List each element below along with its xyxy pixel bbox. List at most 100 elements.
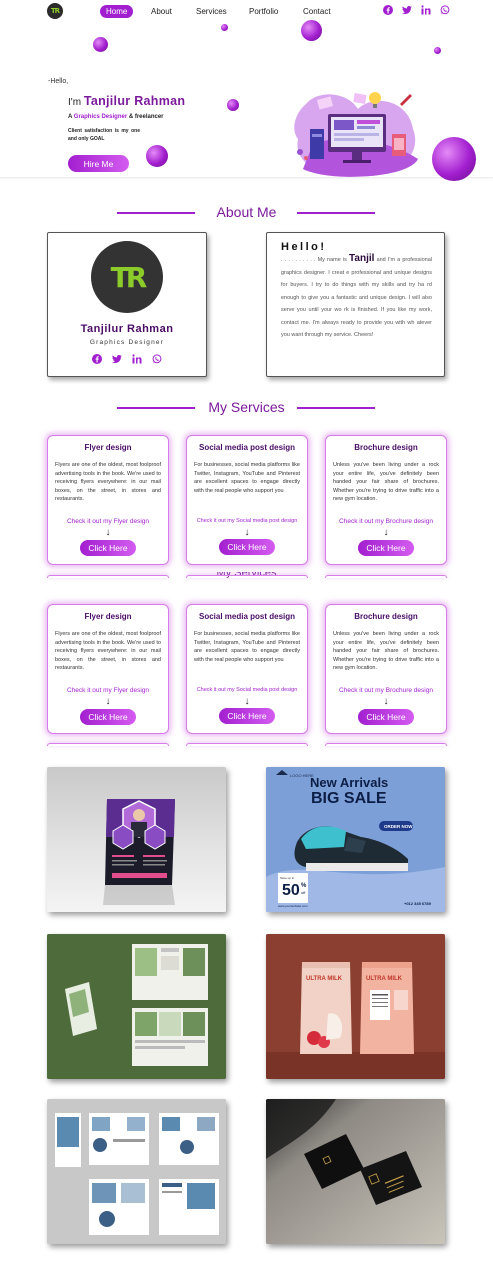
- whatsapp-icon[interactable]: [152, 354, 162, 364]
- hero-greeting: -Hello,: [48, 78, 69, 85]
- role-suffix: & freelancer: [128, 114, 164, 120]
- service-desc: For businesses, social media platforms l…: [194, 631, 300, 663]
- decor-ball: [432, 137, 476, 181]
- service-link[interactable]: Check it out my Social media post design: [187, 687, 307, 693]
- service-title: Social media post design: [198, 443, 296, 452]
- avatar: TR: [91, 241, 163, 313]
- service-title: Brochure design: [354, 443, 418, 452]
- about-text-name: Tanjil: [349, 253, 375, 264]
- nav-services[interactable]: Services: [190, 5, 233, 18]
- twitter-icon[interactable]: [402, 5, 412, 15]
- badge-top-text: Save up to: [280, 876, 295, 880]
- nav-portfolio[interactable]: Portfolio: [243, 5, 284, 18]
- flyer-mockup-graphic: [103, 799, 175, 905]
- service-title: Brochure design: [354, 612, 418, 621]
- nav-home[interactable]: Home: [100, 5, 134, 18]
- service-card-brochure: Brochure design Unless you've been livin…: [325, 435, 447, 565]
- arrow-down-icon: ↓: [105, 696, 111, 707]
- service-desc: Flyers are one of the oldest, most foolp…: [55, 631, 161, 671]
- service-desc: For businesses, social media platforms l…: [194, 462, 300, 494]
- click-here-button[interactable]: Click Here: [358, 540, 414, 556]
- twitter-icon[interactable]: [112, 354, 122, 364]
- decor-ball: [227, 99, 239, 111]
- service-title: Flyer design: [84, 443, 132, 452]
- role-highlight: Graphics Designer: [73, 114, 128, 120]
- service-card-brochure: Brochure design Unless you've been livin…: [325, 604, 447, 734]
- pouch-label: ULTRA MILK: [366, 976, 403, 982]
- site-text: www.yourwebsite.com: [278, 904, 308, 908]
- brochure-pages-image[interactable]: [47, 1099, 226, 1244]
- service-link[interactable]: Check it out my Flyer design: [48, 518, 168, 525]
- arrow-down-icon: ↓: [383, 696, 389, 707]
- phone-text: +012 345 6789: [404, 901, 432, 906]
- about-hello: Hello!: [281, 241, 327, 253]
- about-text: . . . . . . . . . . My name is Tanjil an…: [281, 253, 432, 342]
- click-here-button[interactable]: Click Here: [219, 708, 275, 724]
- service-link[interactable]: Check it out my Brochure design: [326, 687, 446, 694]
- decor-ball: [221, 24, 228, 31]
- click-here-button[interactable]: Click Here: [219, 539, 275, 555]
- milk-pouch-graphic: ULTRA MILK ULTRA MILK: [266, 934, 445, 1079]
- service-link[interactable]: Check it out my Brochure design: [326, 518, 446, 525]
- card-edge: [47, 743, 169, 746]
- sale-big: BIG SALE: [311, 790, 387, 807]
- linkedin-icon[interactable]: [421, 5, 431, 15]
- service-desc: Flyers are one of the oldest, most foolp…: [55, 462, 161, 502]
- whatsapp-icon[interactable]: [440, 5, 450, 15]
- arrow-down-icon: ↓: [383, 527, 389, 538]
- service-desc: Unless you've been living under a rock y…: [333, 631, 439, 671]
- profile-card: TR Tanjilur Rahman Graphics Designer: [47, 232, 207, 377]
- sneaker-sale-graphic: LOGO HERE New Arrivals BIG SALE ORDER NO…: [266, 767, 445, 912]
- hero-section: -Hello, I'm Tanjilur Rahman A Graphics D…: [0, 20, 493, 181]
- card-edge: [325, 575, 447, 578]
- sneaker-sale-post-image[interactable]: LOGO HERE New Arrivals BIG SALE ORDER NO…: [266, 767, 445, 912]
- business-card-image[interactable]: [266, 1099, 445, 1244]
- linkedin-icon[interactable]: [132, 354, 142, 364]
- card-edge: [186, 743, 308, 746]
- navbar: TR Home About Services Portfolio Contact: [0, 0, 493, 24]
- logo[interactable]: TR: [47, 3, 63, 19]
- flyer-mockup-image[interactable]: [47, 767, 226, 912]
- card-edge: [186, 575, 308, 578]
- hero-goal: Client satisfaction is my one and only G…: [68, 128, 140, 142]
- about-text-prefix: . . . . . . . . . . My name is: [281, 257, 347, 263]
- service-link[interactable]: Check it out my Social media post design: [187, 518, 307, 524]
- services-title-line-right: [297, 407, 375, 409]
- decor-ball: [434, 47, 441, 54]
- service-link[interactable]: Check it out my Flyer design: [48, 687, 168, 694]
- trifold-brochure-graphic: [47, 934, 226, 1079]
- trifold-brochure-image[interactable]: [47, 934, 226, 1079]
- click-here-button[interactable]: Click Here: [80, 540, 136, 556]
- arrow-down-icon: ↓: [244, 527, 250, 538]
- card-edge: [325, 743, 447, 746]
- arrow-down-icon: ↓: [105, 527, 111, 538]
- click-here-button[interactable]: Click Here: [80, 709, 136, 725]
- badge-number: 50: [282, 882, 300, 899]
- services-title: My Services: [208, 399, 285, 415]
- hero-name: Tanjilur Rahman: [83, 94, 186, 108]
- badge-percent: %: [301, 883, 307, 889]
- hire-me-button[interactable]: Hire Me: [68, 155, 129, 172]
- service-card-flyer: Flyer design Flyers are one of the oldes…: [47, 604, 169, 734]
- decor-ball: [146, 145, 168, 167]
- pouch-label: ULTRA MILK: [306, 976, 343, 982]
- service-title: Flyer design: [84, 612, 132, 621]
- nav-about[interactable]: About: [145, 5, 178, 18]
- decor-ball: [301, 20, 322, 41]
- arrow-down-icon: ↓: [244, 696, 250, 707]
- business-card-graphic: [266, 1099, 445, 1244]
- service-desc: Unless you've been living under a rock y…: [333, 462, 439, 502]
- brochure-pages-graphic: [47, 1099, 226, 1244]
- nav-contact[interactable]: Contact: [297, 5, 337, 18]
- ultra-milk-pouch-image[interactable]: ULTRA MILK ULTRA MILK: [266, 934, 445, 1079]
- facebook-icon[interactable]: [92, 354, 102, 364]
- about-text-card: Hello! . . . . . . . . . . My name is Ta…: [266, 232, 445, 377]
- facebook-icon[interactable]: [383, 5, 393, 15]
- logo-text: TR: [50, 7, 60, 15]
- service-card-social: Social media post design For businesses,…: [186, 604, 308, 734]
- click-here-button[interactable]: Click Here: [358, 709, 414, 725]
- avatar-logo-text: TR: [110, 260, 148, 294]
- hero-name-line: I'm Tanjilur Rahman: [68, 94, 185, 108]
- decor-ball: [93, 37, 108, 52]
- sale-headline: New Arrivals: [310, 775, 388, 790]
